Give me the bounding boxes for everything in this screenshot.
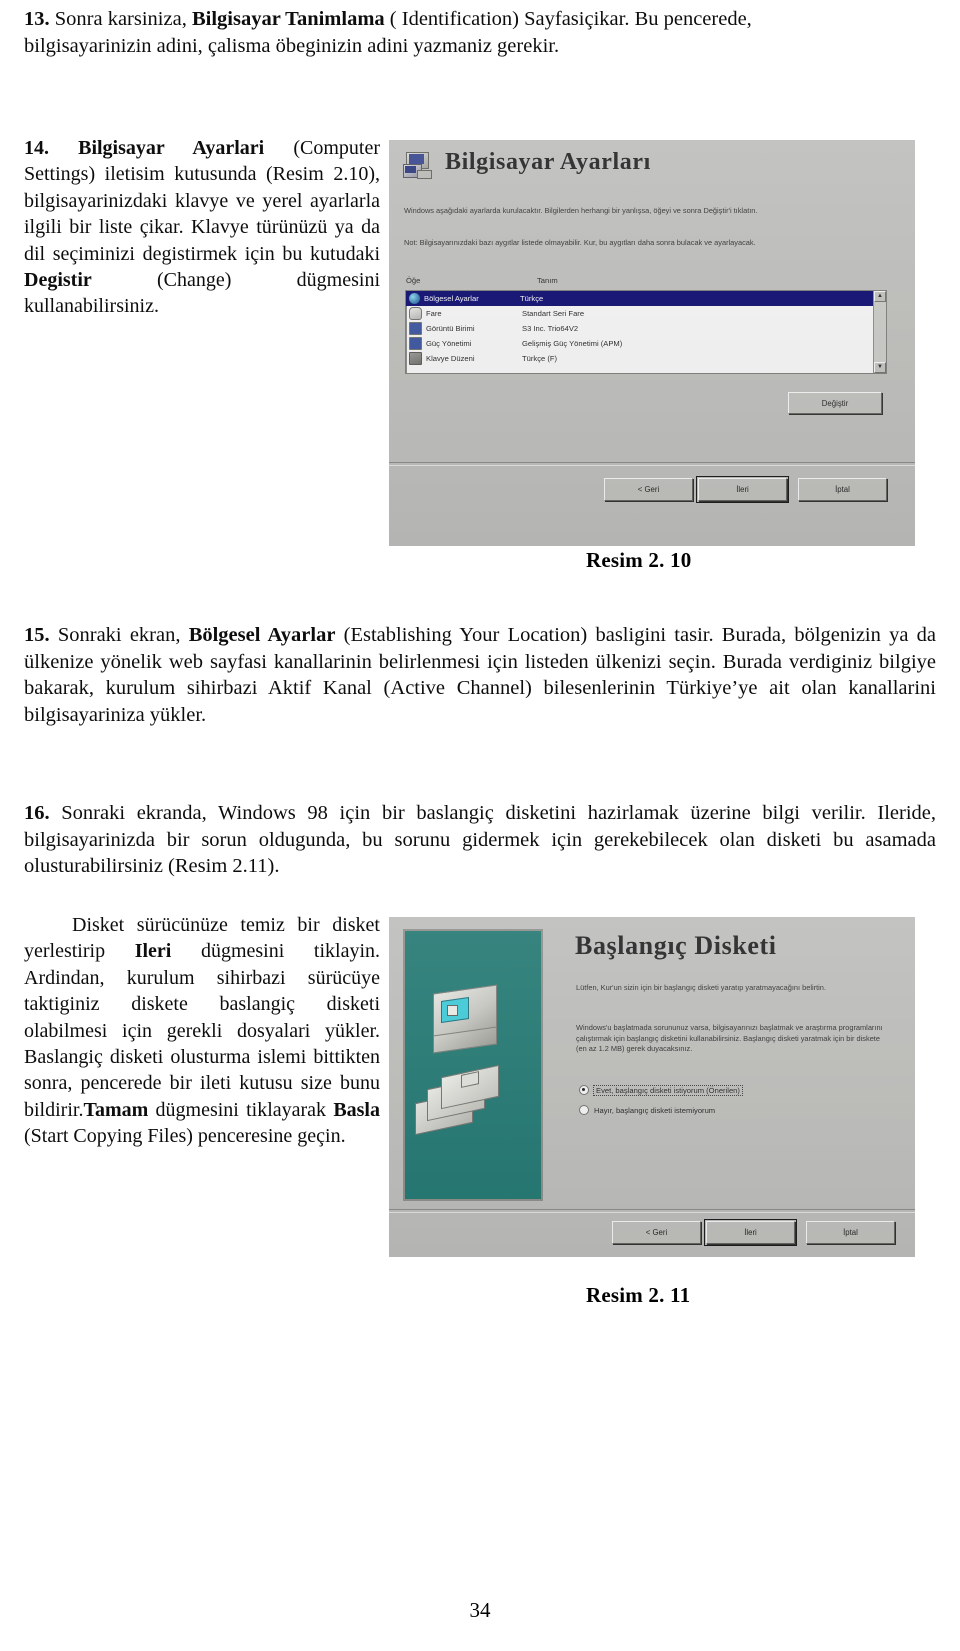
- page-number: 34: [469, 1598, 491, 1622]
- back-button[interactable]: < Geri: [604, 478, 693, 501]
- back-button[interactable]: < Geri: [612, 1221, 701, 1244]
- row-desc: Türkçe (F): [522, 354, 558, 363]
- cancel-button[interactable]: İptal: [806, 1221, 895, 1244]
- figure-2-10-list-header: Öğe Tanım: [406, 276, 886, 285]
- keyboard-icon: [409, 352, 422, 365]
- radio-indicator-icon: [579, 1085, 589, 1095]
- figure-2-11-body-text-2: Windows'u başlatmada sorununuz varsa, bi…: [576, 1023, 883, 1054]
- figure-2-10-dialog-title: Bilgisayar Ayarları: [445, 149, 651, 175]
- list-column-desc: Tanım: [537, 276, 558, 285]
- scroll-up-icon[interactable]: ▲: [874, 291, 886, 302]
- scroll-down-icon[interactable]: ▼: [874, 362, 886, 373]
- radio-option-yes[interactable]: Evet, başlangıç disketi istiyorum (Öneri…: [579, 1084, 743, 1096]
- figure-2-10-body-text-1: Windows aşağıdaki ayarlarda kurulacaktır…: [404, 206, 758, 215]
- paragraph-17-bold-ileri: Ileri: [134, 940, 172, 963]
- paragraph-15-text-a: Sonraki ekran,: [49, 624, 189, 646]
- figure-2-10-body-text-2: Not: Bilgisayarınızdaki bazı aygıtlar li…: [404, 238, 756, 247]
- power-icon: [409, 337, 422, 350]
- change-button[interactable]: Değiştir: [788, 392, 882, 414]
- figure-2-11-body-text-1: Lütfen, Kur'un sizin için bir başlangıç …: [576, 983, 826, 992]
- paragraph-16-text: Sonraki ekranda, Windows 98 için bir bas…: [24, 802, 936, 878]
- list-scrollbar[interactable]: ▲ ▼: [873, 291, 886, 373]
- row-name: Güç Yönetimi: [426, 339, 472, 348]
- floppy-disks-illustration-icon: [413, 1064, 523, 1136]
- table-row[interactable]: Fare Standart Seri Fare: [406, 306, 886, 321]
- document-page: 13. Sonra karsiniza, Bilgisayar Tanimlam…: [0, 0, 960, 1651]
- paragraph-15-number: 15.: [24, 624, 50, 646]
- row-desc: Türkçe: [520, 294, 544, 303]
- next-button[interactable]: İleri: [704, 1219, 797, 1246]
- radio-indicator-icon: [579, 1105, 589, 1115]
- computer-illustration-icon: [427, 984, 513, 1063]
- row-name: Klavye Düzeni: [426, 354, 475, 363]
- paragraph-15-bold-term: Bölgesel Ayarlar: [188, 624, 336, 646]
- paragraph-17-text-b: dügmesini tiklayin. Ardindan, kurulum si…: [24, 940, 381, 1121]
- paragraph-13: 13. Sonra karsiniza, Bilgisayar Tanimlam…: [24, 6, 936, 59]
- paragraph-17-bold-basla: Basla: [333, 1098, 380, 1121]
- row-name: Görüntü Birimi: [426, 324, 475, 333]
- row-name: Fare: [426, 309, 442, 318]
- table-row[interactable]: Görüntü Birimi S3 Inc. Trio64V2: [406, 321, 886, 336]
- radio-option-no-label: Hayır, başlangıç disketi istemiyorum: [594, 1105, 716, 1115]
- next-button[interactable]: İleri: [696, 476, 789, 503]
- paragraph-14-bold-degistir: Degistir: [24, 268, 92, 291]
- row-desc: Standart Seri Fare: [522, 309, 585, 318]
- row-desc: S3 Inc. Trio64V2: [522, 324, 579, 333]
- paragraph-13-text-b: ( Identification) Sayfasiçikar. Bu pence…: [384, 8, 752, 30]
- display-icon: [409, 322, 422, 335]
- paragraph-17-text-d: (Start Copying Files) penceresine geçin.: [24, 1125, 346, 1148]
- figure-2-11-screenshot: Başlangıç Disketi Lütfen, Kur'un sizin i…: [389, 917, 915, 1257]
- paragraph-14: 14. Bilgisayar Ayarlari (Computer Settin…: [24, 135, 380, 320]
- radio-option-yes-label: Evet, başlangıç disketi istiyorum (Öneri…: [593, 1084, 743, 1096]
- paragraph-13-text-a: Sonra karsiniza,: [49, 8, 192, 30]
- radio-option-no[interactable]: Hayır, başlangıç disketi istemiyorum: [579, 1105, 715, 1115]
- table-row[interactable]: Klavye Düzeni Türkçe (F): [406, 351, 886, 366]
- figure-2-11-caption: Resim 2. 11: [586, 1283, 691, 1307]
- paragraph-13-line-2: bilgisayarinizin adini, çalisma öbeginiz…: [24, 34, 560, 57]
- figure-2-11-dialog-title: Başlangıç Disketi: [575, 931, 777, 960]
- globe-icon: [409, 293, 420, 304]
- paragraph-15: 15. Sonraki ekran, Bölgesel Ayarlar (Est…: [24, 622, 936, 729]
- row-desc: Gelişmiş Güç Yönetimi (APM): [522, 339, 623, 348]
- cancel-button[interactable]: İptal: [798, 478, 887, 501]
- mouse-icon: [409, 307, 422, 320]
- figure-2-10-screenshot: Bilgisayar Ayarları Windows aşağıdaki ay…: [389, 140, 915, 546]
- paragraph-14-number: 14.: [24, 137, 49, 159]
- computer-settings-icon: [403, 150, 433, 179]
- table-row[interactable]: Güç Yönetimi Gelişmiş Güç Yönetimi (APM): [406, 336, 886, 351]
- paragraph-14-bold-title: Bilgisayar Ayarlari: [49, 137, 265, 159]
- paragraph-16: 16. Sonraki ekranda, Windows 98 için bir…: [24, 800, 936, 880]
- table-row[interactable]: Bölgesel Ayarlar Türkçe: [406, 291, 886, 306]
- row-name: Bölgesel Ayarlar: [424, 294, 479, 303]
- figure-2-10-caption: Resim 2. 10: [586, 548, 692, 572]
- paragraph-13-number: 13.: [24, 8, 50, 30]
- paragraph-17-text-c: dügmesini tiklayarak: [148, 1098, 334, 1121]
- paragraph-13-bold-term: Bilgisayar Tanimlama: [191, 8, 385, 30]
- list-column-name: Öğe: [406, 276, 421, 285]
- paragraph-17-bold-tamam: Tamam: [83, 1098, 149, 1121]
- dialog-separator: [389, 1209, 915, 1213]
- dialog-separator: [389, 462, 915, 466]
- paragraph-17: Disket sürücünüze temiz bir disket yerle…: [24, 912, 380, 1150]
- wizard-illustration-panel: [403, 929, 543, 1201]
- paragraph-16-number: 16.: [24, 802, 50, 824]
- figure-2-10-settings-list[interactable]: Bölgesel Ayarlar Türkçe Fare Standart Se…: [405, 290, 887, 374]
